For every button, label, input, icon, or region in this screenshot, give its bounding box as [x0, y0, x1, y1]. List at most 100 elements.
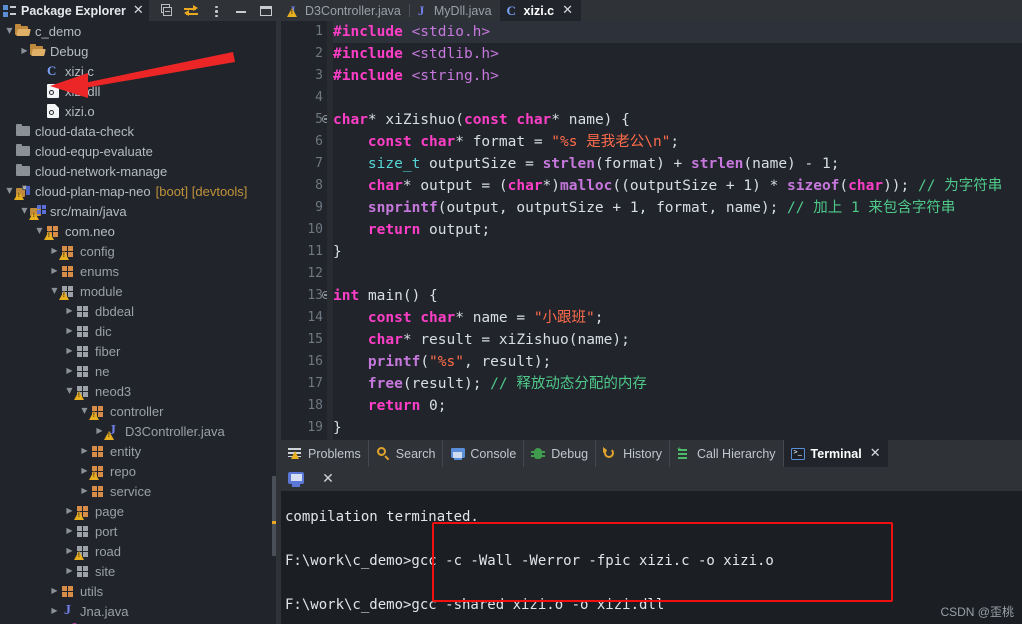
close-icon[interactable]: ✕	[133, 4, 144, 17]
eclipse-ide-window: Package Explorer ✕ ▼ c_demo ▶ Debug C xi…	[0, 0, 1022, 624]
close-icon[interactable]: ✕	[870, 447, 881, 460]
project-tree[interactable]: ▼ c_demo ▶ Debug Cxizi.c xizi.dll xizi.o cloud-…	[0, 21, 280, 624]
line-number-gutter: 1 2 3 4 5 6 7 8 9 10 11 12 13 14 15 16 17 18 19	[281, 21, 330, 440]
tree-item-d3controller-java[interactable]: ▶JD3Controller.java	[0, 421, 280, 441]
tree-item-debug[interactable]: ▶ Debug	[0, 41, 280, 61]
pkg-grey-icon	[75, 523, 93, 539]
tree-item-entity[interactable]: ▶ entity	[0, 441, 280, 461]
chevron-right-icon[interactable]: ▶	[19, 47, 30, 55]
editor-tab-xizi-c[interactable]: Cxizi.c ✕	[499, 0, 582, 21]
tree-item-page[interactable]: ▶page	[0, 501, 280, 521]
chevron-right-icon[interactable]: ▶	[64, 307, 75, 315]
chevron-right-icon[interactable]: ▶	[64, 527, 75, 535]
package-explorer-header: Package Explorer ✕	[0, 0, 280, 21]
bottom-tab-label: Call Hierarchy	[697, 446, 776, 461]
tree-item-cloud-network-manage[interactable]: cloud-network-manage	[0, 161, 280, 181]
tree-item-site[interactable]: ▶ site	[0, 561, 280, 581]
tree-item-dic[interactable]: ▶ dic	[0, 321, 280, 341]
tree-item-module[interactable]: ▼module	[0, 281, 280, 301]
tab-package-explorer[interactable]: Package Explorer ✕	[0, 0, 149, 21]
search-icon	[376, 446, 391, 461]
tree-item-cloud-equp-evaluate[interactable]: cloud-equp-evaluate	[0, 141, 280, 161]
bottom-tab-history[interactable]: History	[596, 440, 671, 467]
code-line: int main() {	[333, 288, 438, 304]
tree-item-xizi-dll[interactable]: xizi.dll	[0, 81, 280, 101]
link-with-editor-icon[interactable]	[183, 3, 199, 19]
tree-item-ne[interactable]: ▶ ne	[0, 361, 280, 381]
chevron-right-icon[interactable]: ▶	[79, 447, 90, 455]
chevron-right-icon[interactable]: ▶	[49, 607, 60, 615]
tree-item-label: road	[95, 543, 122, 559]
tree-item-label: src/main/java	[50, 203, 127, 219]
tree-item-fiber[interactable]: ▶ fiber	[0, 341, 280, 361]
new-terminal-icon[interactable]	[287, 470, 305, 488]
tree-item-cloud-data-check[interactable]: cloud-data-check	[0, 121, 280, 141]
collapse-all-icon[interactable]	[158, 3, 174, 19]
line-number: 6	[315, 134, 323, 149]
code-line: #include <stdlib.h>	[333, 46, 499, 62]
bottom-tab-problems[interactable]: Problems	[281, 440, 369, 467]
tree-item-port[interactable]: ▶ port	[0, 521, 280, 541]
tree-item-label: dic	[95, 323, 112, 339]
code-line: }	[333, 420, 342, 436]
chevron-right-icon[interactable]: ▶	[49, 267, 60, 275]
view-menu-icon[interactable]	[208, 3, 224, 19]
bottom-tab-terminal[interactable]: Terminal ✕	[783, 440, 888, 467]
tree-item-service[interactable]: ▶ service	[0, 481, 280, 501]
folder-open-icon	[15, 23, 33, 39]
chevron-down-icon[interactable]: ▼	[4, 27, 15, 35]
tree-item-utils[interactable]: ▶ utils	[0, 581, 280, 601]
close-terminal-icon[interactable]: ✕	[319, 470, 337, 488]
java-file-warn-icon: J	[287, 3, 300, 18]
chevron-right-icon[interactable]: ▶	[49, 587, 60, 595]
tree-item-jna-java[interactable]: ▶ J Jna.java	[0, 601, 280, 621]
tree-item-label: port	[95, 523, 118, 539]
folder-grey-icon	[15, 123, 33, 139]
history-icon	[603, 446, 618, 461]
tree-item-config[interactable]: ▶config	[0, 241, 280, 261]
line-number: 18	[307, 398, 323, 413]
tree-item-src-main-java[interactable]: ▼src/main/java	[0, 201, 280, 221]
code-line: return 0;	[367, 398, 447, 414]
pkg-grey-icon	[75, 343, 93, 359]
tree-item-neod3[interactable]: ▼neod3	[0, 381, 280, 401]
tree-item-road[interactable]: ▶road	[0, 541, 280, 561]
chevron-right-icon[interactable]: ▶	[64, 367, 75, 375]
code-editor[interactable]: 1 2 3 4 5 6 7 8 9 10 11 12 13 14 15 16 17 18 19 #include <…	[281, 21, 1022, 440]
tree-item-badge: [boot] [devtools]	[155, 183, 248, 199]
package-explorer-toolbar	[158, 0, 278, 21]
chevron-right-icon[interactable]: ▶	[64, 347, 75, 355]
chevron-right-icon[interactable]: ▶	[79, 487, 90, 495]
editor-tab-mydll-java[interactable]: J MyDll.java	[410, 0, 500, 21]
tree-item-cloud-plan-map-neo[interactable]: ▼Mcloud-plan-map-neo[boot] [devtools]	[0, 181, 280, 201]
chevron-right-icon[interactable]: ▶	[64, 327, 75, 335]
tree-item-c-demo[interactable]: ▼ c_demo	[0, 21, 280, 41]
bottom-tab-bar: Problems Search Console Debug History + Call H…	[281, 440, 1022, 467]
editor-tab-bar: J D3Controller.java J MyDll.java Cxizi.c ✕	[281, 0, 1022, 21]
tree-item-label: config	[80, 243, 115, 259]
tree-item-com-neo[interactable]: ▼com.neo	[0, 221, 280, 241]
bottom-tab-console[interactable]: Console	[443, 440, 525, 467]
editor-tab-d3controller-java[interactable]: J D3Controller.java	[281, 0, 409, 21]
tree-item-label: page	[95, 503, 124, 519]
close-icon[interactable]: ✕	[562, 4, 573, 17]
tree-item-repo[interactable]: ▶repo	[0, 461, 280, 481]
bottom-tab-call-hierarchy[interactable]: + Call Hierarchy	[670, 440, 784, 467]
folder-open-icon	[30, 43, 48, 59]
problems-icon	[288, 446, 303, 461]
bottom-tab-debug[interactable]: Debug	[524, 440, 597, 467]
maximize-icon[interactable]	[258, 3, 274, 19]
tree-item-xizi-c[interactable]: Cxizi.c	[0, 61, 280, 81]
bottom-tab-search[interactable]: Search	[369, 440, 444, 467]
tree-item-label: xizi.o	[65, 103, 95, 119]
minimize-icon[interactable]	[233, 3, 249, 19]
tree-item-dbdeal[interactable]: ▶ dbdeal	[0, 301, 280, 321]
line-number: 2	[315, 46, 323, 61]
tree-item-controller[interactable]: ▼controller	[0, 401, 280, 421]
tree-item-label: repo	[110, 463, 137, 479]
tree-item-xizi-o[interactable]: xizi.o	[0, 101, 280, 121]
code-text[interactable]: #include <stdio.h> #include <stdlib.h> #in…	[333, 21, 1022, 440]
chevron-right-icon[interactable]: ▶	[64, 567, 75, 575]
tree-item-enums[interactable]: ▶ enums	[0, 261, 280, 281]
line-number: 17	[307, 376, 323, 391]
